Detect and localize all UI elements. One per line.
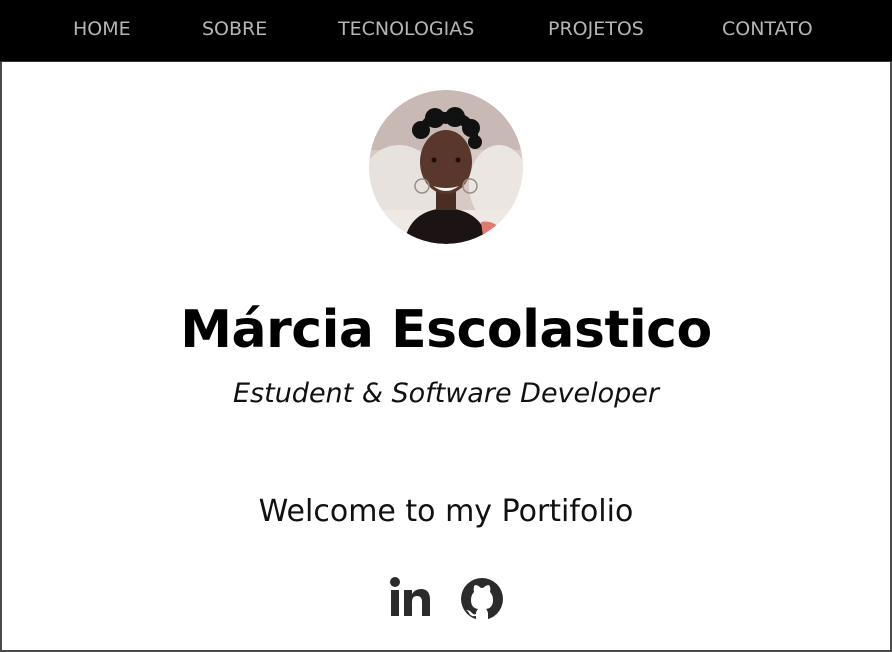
linkedin-icon <box>390 577 430 616</box>
github-icon <box>461 578 503 620</box>
linkedin-link[interactable] <box>389 576 431 622</box>
github-link[interactable] <box>460 576 504 622</box>
profile-subtitle: Estudent & Software Developer <box>232 378 660 409</box>
profile-avatar <box>369 90 523 244</box>
welcome-heading: Welcome to my Portifolio <box>258 494 634 529</box>
nav-tecnologias[interactable]: TECNOLOGIAS <box>338 0 474 59</box>
nav-contato[interactable]: CONTATO <box>722 0 813 59</box>
profile-photo <box>369 90 523 244</box>
top-navbar: HOME SOBRE TECNOLOGIAS PROJETOS CONTATO <box>0 0 892 62</box>
profile-name: Márcia Escolastico <box>180 300 712 360</box>
nav-home[interactable]: HOME <box>73 0 131 59</box>
nav-projetos[interactable]: PROJETOS <box>548 0 644 59</box>
nav-sobre[interactable]: SOBRE <box>202 0 267 59</box>
